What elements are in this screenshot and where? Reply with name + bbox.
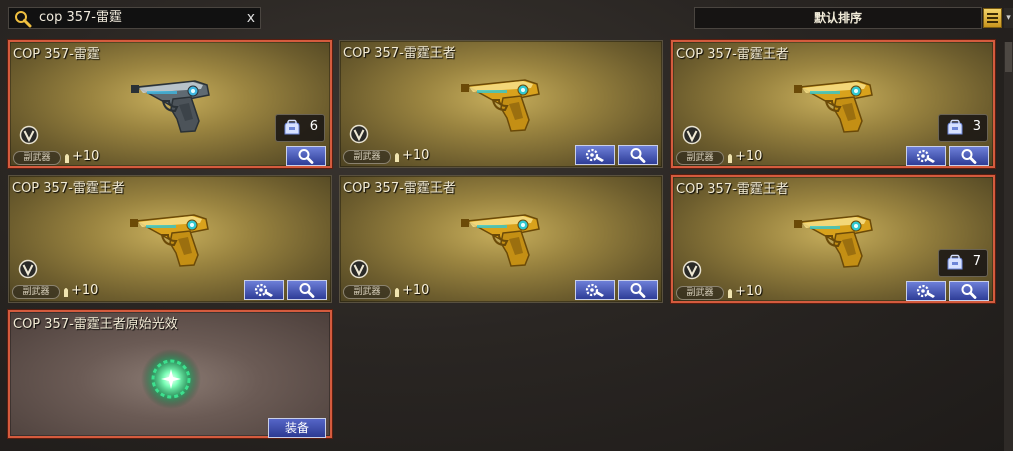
modify-button[interactable] [244,280,284,300]
item-title: COP 357-雷霆王者 [343,46,456,61]
item-card[interactable]: COP 357-雷霆王者 副武器 +10 7 [671,175,995,303]
inspect-button[interactable] [949,146,989,166]
wrench-gear-icon [916,149,935,163]
wrench-gear-icon [254,283,273,297]
sort-dropdown[interactable]: 默认排序 [694,7,982,29]
ammo-bonus: +10 [735,284,763,299]
menu-icon[interactable] [983,8,1002,28]
inspect-button[interactable] [287,280,327,300]
pistol-icon [461,79,540,132]
weapon-type-tag: 副武器 [676,286,724,300]
modify-button[interactable] [906,281,946,301]
weapon-type-tag: 副武器 [12,285,60,299]
ammo-bonus: +10 [71,283,99,298]
vip-badge-icon [349,259,369,279]
ammo-icon [65,154,69,163]
item-card[interactable]: COP 357-雷霆王者 副武器 +10 [8,175,332,303]
modify-button[interactable] [575,145,615,165]
pistol-icon [794,80,873,133]
weapon-type-tag: 副武器 [343,150,391,164]
pistol-icon [794,215,873,268]
item-title: COP 357-雷霆 [13,47,100,62]
search-box[interactable]: x [8,7,261,29]
search-input[interactable] [39,8,239,28]
item-card[interactable]: COP 357-雷霆王者 副武器 +10 3 [671,40,995,168]
item-card[interactable]: COP 357-雷霆王者原始光效 装备 [8,310,332,438]
ammo-icon [728,154,732,163]
item-card[interactable]: COP 357-雷霆王者 副武器 +10 [339,40,663,168]
ammo-bonus: +10 [402,148,430,163]
ammo-bonus: +10 [735,149,763,164]
bag-icon [947,119,963,135]
magnifier-icon [299,283,315,298]
wrench-gear-icon [916,284,935,298]
magnifier-icon [961,284,977,299]
item-title: COP 357-雷霆王者 [343,181,456,196]
vip-badge-icon [19,125,39,145]
item-card[interactable]: COP 357-雷霆王者 副武器 +10 [339,175,663,303]
magnifier-icon [630,283,646,298]
weapon-type-tag: 副武器 [13,151,61,165]
vip-badge-icon [349,124,369,144]
item-count: 7 [972,254,981,269]
item-count-badge: 7 [938,249,988,277]
ammo-icon [395,288,399,297]
pistol-icon [131,80,210,133]
item-count: 6 [309,119,318,134]
item-count: 3 [972,119,981,134]
inspect-button[interactable] [949,281,989,301]
item-count-badge: 6 [275,114,325,142]
equip-button[interactable]: 装备 [268,418,326,438]
pistol-icon [130,214,209,267]
ammo-icon [64,288,68,297]
wrench-gear-icon [585,148,604,162]
ammo-bonus: +10 [72,149,100,164]
weapon-type-tag: 副武器 [343,285,391,299]
magnifier-icon [298,149,314,164]
wrench-gear-icon [585,283,604,297]
item-title: COP 357-雷霆王者 [676,47,789,62]
ammo-icon [395,153,399,162]
magnifier-icon [961,149,977,164]
sort-label: 默认排序 [813,11,862,25]
bag-icon [284,119,300,135]
scrollbar-thumb[interactable] [1005,42,1012,72]
item-card[interactable]: COP 357-雷霆 副武器 +10 6 [8,40,332,168]
weapon-type-tag: 副武器 [676,151,724,165]
inspect-button[interactable] [618,145,658,165]
magnifier-icon [630,148,646,163]
vip-badge-icon [682,125,702,145]
inspect-button[interactable] [286,146,326,166]
vip-badge-icon [682,260,702,280]
modify-button[interactable] [906,146,946,166]
vip-badge-icon [18,259,38,279]
search-icon [15,11,32,28]
pistol-icon [461,214,540,267]
item-title: COP 357-雷霆王者原始光效 [13,317,178,332]
bag-icon [947,254,963,270]
item-count-badge: 3 [938,114,988,142]
modify-button[interactable] [575,280,615,300]
item-title: COP 357-雷霆王者 [12,181,125,196]
clear-icon[interactable]: x [247,9,255,27]
glow-orb-icon [141,349,201,409]
ammo-icon [728,289,732,298]
ammo-bonus: +10 [402,283,430,298]
item-title: COP 357-雷霆王者 [676,182,789,197]
scroll-up-arrow[interactable]: ▾ [1004,8,1013,28]
scrollbar[interactable] [1004,42,1013,451]
inspect-button[interactable] [618,280,658,300]
